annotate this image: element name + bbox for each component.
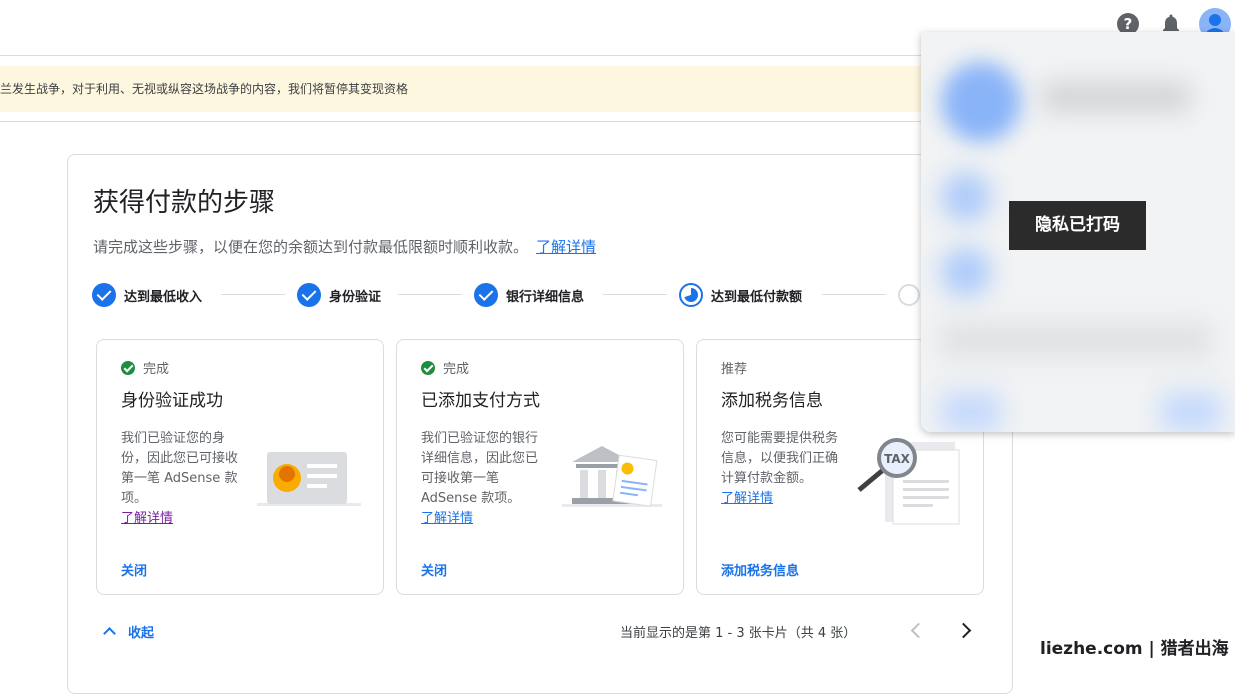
page-title: 获得付款的步骤 <box>93 188 276 218</box>
card-identity-verified: 完成 身份验证成功 我们已验证您的身份，因此您已可接收第一笔 AdSense 款… <box>96 339 384 595</box>
card-title: 身份验证成功 <box>121 391 223 411</box>
step-min-earnings: 达到最低收入 <box>92 283 202 307</box>
pagination-text: 当前显示的是第 1 - 3 张卡片（共 4 张） <box>620 626 857 641</box>
card-description: 您可能需要提供税务信息，以便我们正确计算付款金额。 了解详情 <box>721 429 845 509</box>
card-desc-text: 我们已验证您的银行详细信息，因此您已可接收第一笔 AdSense 款项。 <box>421 431 539 506</box>
chevron-right-icon[interactable] <box>955 620 975 640</box>
status-label: 推荐 <box>721 362 748 377</box>
card-title: 添加税务信息 <box>721 391 823 411</box>
check-circle-icon <box>121 360 135 375</box>
card-status: 完成 <box>121 358 169 377</box>
step-label: 达到最低付款额 <box>711 289 803 305</box>
step-identity: 身份验证 <box>297 283 381 307</box>
learn-more-link[interactable]: 了解详情 <box>121 509 245 529</box>
subtitle-text: 请完成这些步骤，以便在您的余额达到付款最低限额时顺利收款。 <box>93 238 529 256</box>
step-label: 银行详细信息 <box>506 289 585 305</box>
chevron-left-icon[interactable] <box>906 620 926 640</box>
id-card-illustration <box>257 452 361 506</box>
check-circle-icon <box>297 283 321 307</box>
step-connector <box>398 294 462 295</box>
step-connector <box>603 294 667 295</box>
status-label: 完成 <box>143 362 170 377</box>
progress-circle-icon <box>679 283 703 307</box>
card-description: 我们已验证您的银行详细信息，因此您已可接收第一笔 AdSense 款项。 了解详… <box>421 429 545 529</box>
dismiss-button[interactable]: 关闭 <box>421 560 447 579</box>
collapse-label: 收起 <box>128 626 155 641</box>
dismiss-button[interactable]: 关闭 <box>121 560 147 579</box>
tax-label: TAX <box>884 452 911 466</box>
card-desc-text: 您可能需要提供税务信息，以便我们正确计算付款金额。 <box>721 431 839 486</box>
step-connector <box>822 294 886 295</box>
step-label: 身份验证 <box>329 289 382 305</box>
card-status: 推荐 <box>721 358 747 377</box>
step-label: 达到最低收入 <box>124 289 203 305</box>
check-circle-icon <box>421 360 435 375</box>
divider <box>0 121 1012 122</box>
bank-illustration <box>562 446 662 507</box>
card-desc-text: 我们已验证您的身份，因此您已可接收第一笔 AdSense 款项。 <box>121 431 239 506</box>
learn-more-link[interactable]: 了解详情 <box>721 489 845 509</box>
step-next <box>898 283 920 307</box>
card-payment-method: 完成 已添加支付方式 我们已验证您的银行详细信息，因此您已可接收第一笔 AdSe… <box>396 339 684 595</box>
collapse-button[interactable]: 收起 <box>102 622 154 641</box>
empty-circle-icon <box>898 284 920 306</box>
page-subtitle: 请完成这些步骤，以便在您的余额达到付款最低限额时顺利收款。 了解详情 <box>93 236 596 257</box>
privacy-mask-label: 隐私已打码 <box>1009 201 1146 250</box>
policy-banner: 兰发生战争，对于利用、无视或纵容这场战争的内容，我们将暂停其变现资格 <box>0 66 930 112</box>
card-status: 完成 <box>421 358 469 377</box>
step-min-payment: 达到最低付款额 <box>679 283 802 307</box>
card-description: 我们已验证您的身份，因此您已可接收第一笔 AdSense 款项。 了解详情 <box>121 429 245 529</box>
learn-more-link[interactable]: 了解详情 <box>421 509 545 529</box>
watermark: liezhe.com | 猎者出海 <box>1040 639 1229 659</box>
card-title: 已添加支付方式 <box>421 391 540 411</box>
add-tax-info-button[interactable]: 添加税务信息 <box>721 560 799 579</box>
step-bank: 银行详细信息 <box>474 283 584 307</box>
check-circle-icon <box>474 283 498 307</box>
chevron-up-icon <box>103 627 116 640</box>
learn-more-link[interactable]: 了解详情 <box>536 238 596 256</box>
tax-document-illustration: TAX <box>857 438 960 525</box>
step-connector <box>221 294 285 295</box>
check-circle-icon <box>92 283 116 307</box>
banner-text: 兰发生战争，对于利用、无视或纵容这场战争的内容，我们将暂停其变现资格 <box>0 82 409 96</box>
status-label: 完成 <box>443 362 470 377</box>
